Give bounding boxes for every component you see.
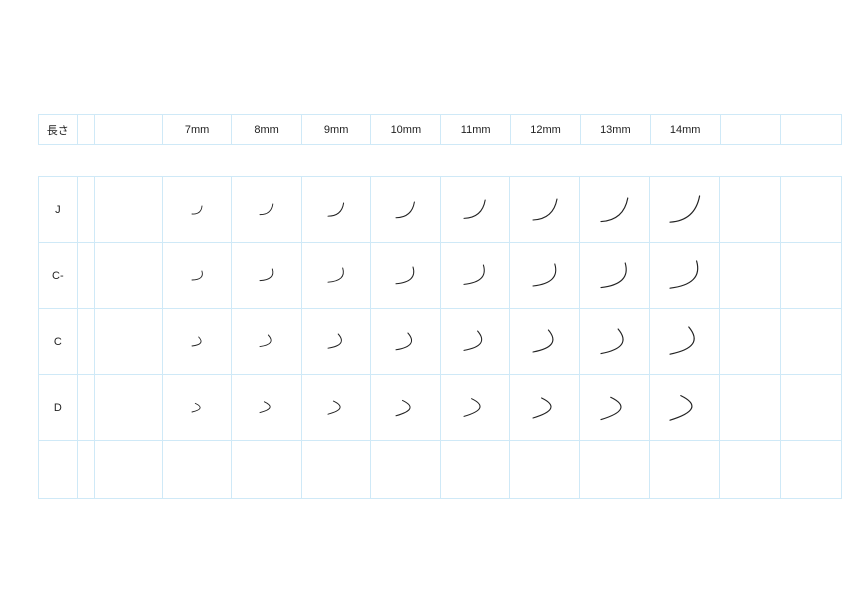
lash-cell <box>301 375 370 441</box>
header-length-6: 13mm <box>580 115 650 145</box>
lash-cell <box>580 177 650 243</box>
empty-cell <box>510 441 580 499</box>
empty-cell <box>94 375 162 441</box>
table-row: C <box>39 309 842 375</box>
header-length-7: 14mm <box>650 115 720 145</box>
empty-cell <box>94 177 162 243</box>
curl-label: C- <box>39 243 78 309</box>
empty-cell <box>163 441 232 499</box>
lash-cell <box>301 243 370 309</box>
table-row: D <box>39 375 842 441</box>
lash-cell <box>510 177 580 243</box>
curl-label: C <box>39 309 78 375</box>
empty-cell <box>720 375 781 441</box>
lash-cell <box>440 177 510 243</box>
empty-cell <box>720 441 781 499</box>
table-row: C- <box>39 243 842 309</box>
curl-label: D <box>39 375 78 441</box>
empty-cell <box>720 243 781 309</box>
lash-cell <box>440 243 510 309</box>
lash-cell <box>371 375 441 441</box>
header-empty-narrow <box>77 115 94 145</box>
empty-cell <box>720 309 781 375</box>
lash-cell <box>580 309 650 375</box>
spacer-cell <box>77 375 94 441</box>
header-label: 長さ <box>39 115 78 145</box>
empty-cell <box>781 243 842 309</box>
empty-cell <box>650 441 720 499</box>
lash-cell <box>510 309 580 375</box>
header-length-2: 9mm <box>301 115 371 145</box>
lash-cell <box>650 177 720 243</box>
empty-cell <box>781 177 842 243</box>
header-length-5: 12mm <box>511 115 581 145</box>
header-length-4: 11mm <box>441 115 511 145</box>
empty-cell <box>94 309 162 375</box>
lash-cell <box>371 243 441 309</box>
spacer-cell <box>77 243 94 309</box>
lash-cell <box>371 177 441 243</box>
empty-cell <box>781 309 842 375</box>
empty-cell <box>371 441 441 499</box>
spacer-cell <box>77 177 94 243</box>
lash-curl-table: J C- C D <box>38 176 842 499</box>
lash-cell <box>650 309 720 375</box>
lash-cell <box>163 177 232 243</box>
lash-cell <box>510 375 580 441</box>
header-table: 長さ 7mm 8mm 9mm 10mm 11mm 12mm 13mm 14mm <box>38 114 842 145</box>
header-length-0: 7mm <box>162 115 232 145</box>
lash-cell <box>232 309 301 375</box>
spacer-cell <box>77 309 94 375</box>
lash-cell <box>163 375 232 441</box>
empty-cell <box>440 441 510 499</box>
empty-cell <box>781 441 842 499</box>
lash-cell <box>440 375 510 441</box>
header-empty-end2 <box>781 115 842 145</box>
lash-cell <box>580 375 650 441</box>
empty-cell <box>781 375 842 441</box>
table-row: J <box>39 177 842 243</box>
spacer-cell <box>77 441 94 499</box>
header-empty-end1 <box>720 115 781 145</box>
lash-cell <box>232 177 301 243</box>
lash-cell <box>650 243 720 309</box>
header-empty-col <box>94 115 162 145</box>
lash-cell <box>580 243 650 309</box>
empty-cell <box>94 243 162 309</box>
empty-cell <box>720 177 781 243</box>
lash-cell <box>301 309 370 375</box>
lash-cell <box>371 309 441 375</box>
empty-cell <box>94 441 162 499</box>
header-length-1: 8mm <box>232 115 302 145</box>
lash-cell <box>232 243 301 309</box>
table-row <box>39 441 842 499</box>
header-length-3: 10mm <box>371 115 441 145</box>
empty-cell <box>232 441 301 499</box>
empty-cell <box>39 441 78 499</box>
lash-cell <box>650 375 720 441</box>
lash-cell <box>163 309 232 375</box>
empty-cell <box>580 441 650 499</box>
lash-cell <box>440 309 510 375</box>
lash-cell <box>301 177 370 243</box>
lash-cell <box>163 243 232 309</box>
curl-label: J <box>39 177 78 243</box>
empty-cell <box>301 441 370 499</box>
lash-cell <box>510 243 580 309</box>
lash-cell <box>232 375 301 441</box>
